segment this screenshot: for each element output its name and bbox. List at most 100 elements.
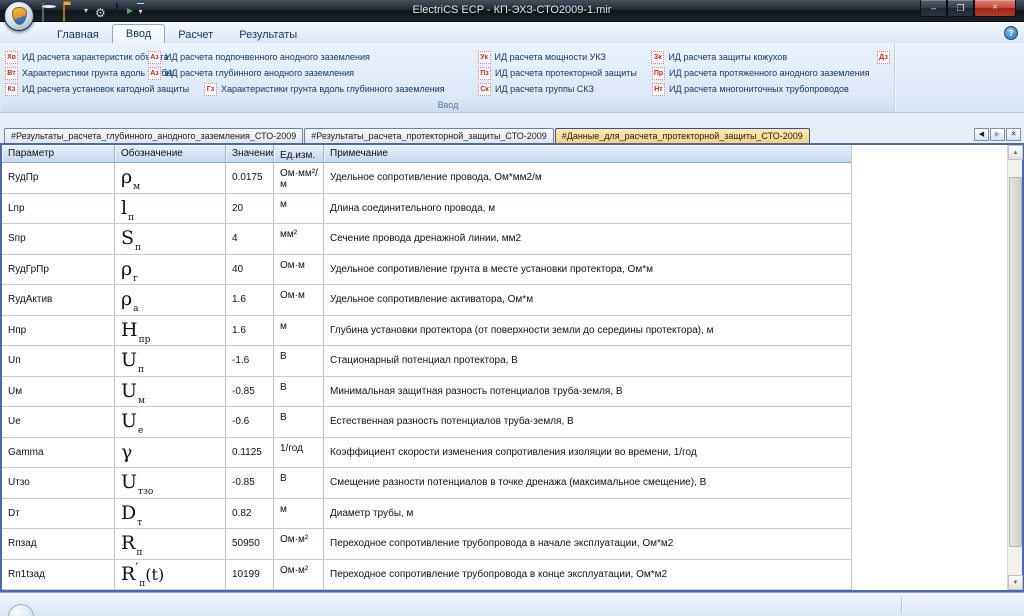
status-bar <box>0 592 1024 616</box>
symbol-cell: Sп <box>115 224 226 254</box>
ribbon-item[interactable]: ВтХарактеристики грунта вдоль трубы <box>5 67 148 80</box>
ribbon-item[interactable]: ЗкИД расчета защиты кожухов <box>651 51 877 64</box>
table-row[interactable]: Gammaγ0.11251/годКоэффициент скорости из… <box>2 438 851 469</box>
ribbon-row: ХоИД расчета характеристик объектаАзИД р… <box>5 49 894 65</box>
scrollbar-thumb[interactable] <box>1009 177 1022 547</box>
ribbon-item-label: ИД расчета подпочвенного анодного заземл… <box>165 52 370 62</box>
symbol-cell: γ <box>115 438 226 468</box>
ribbon-tab[interactable]: Ввод <box>112 24 165 44</box>
symbol-cell: Hпр <box>115 316 226 346</box>
value-cell[interactable]: 50950 <box>226 529 274 559</box>
value-cell[interactable]: -0.6 <box>226 407 274 437</box>
column-header[interactable]: Значение <box>226 145 274 162</box>
customize-qat-icon[interactable]: ▾ <box>137 3 144 19</box>
table-row[interactable]: RудАктивρа1.6Ом·мУдельное сопротивление … <box>2 285 851 316</box>
ribbon-item-label: ИД расчета установок катодной защиты <box>22 84 189 94</box>
tab-scroll-right-icon[interactable]: ▶ <box>990 128 1005 141</box>
ribbon-item[interactable]: Дз <box>877 51 894 64</box>
ribbon-item-label: ИД расчета протекторной защиты <box>495 68 637 78</box>
param-cell: Uп <box>2 346 115 376</box>
vertical-scrollbar[interactable]: ▲ ▼ <box>1007 145 1022 590</box>
value-cell[interactable]: 10199 <box>226 560 274 590</box>
minimize-button[interactable]: – <box>920 0 947 17</box>
table-row[interactable]: Rп1tзадR′п(t)10199Ом·м²Переходное сопрот… <box>2 560 851 591</box>
value-cell[interactable]: -1.6 <box>226 346 274 376</box>
value-cell[interactable]: 20 <box>226 194 274 224</box>
table-row[interactable]: RпзадRп50950Ом·м²Переходное сопротивлени… <box>2 529 851 560</box>
value-cell[interactable]: -0.85 <box>226 468 274 498</box>
unit-cell: Ом·м <box>274 255 324 285</box>
ribbon-tab[interactable]: Результаты <box>226 26 310 43</box>
settings-gear-icon[interactable]: ⚙ <box>95 4 109 18</box>
table-row[interactable]: SпрSп4мм²Сечение провода дренажной линии… <box>2 224 851 255</box>
table-row[interactable]: RудПрρм0.0175Ом·мм²/мУдельное сопротивле… <box>2 163 851 194</box>
value-cell[interactable]: 0.0175 <box>226 163 274 193</box>
unit-cell: Ом·мм²/м <box>274 163 324 193</box>
scroll-down-icon[interactable]: ▼ <box>1008 575 1023 590</box>
close-button[interactable]: × <box>974 0 1016 17</box>
ribbon-item[interactable]: ПзИД расчета протекторной защиты <box>478 67 652 80</box>
value-cell[interactable]: 40 <box>226 255 274 285</box>
application-orb-button[interactable] <box>4 1 34 31</box>
table-row[interactable]: Lпрlп20мДлина соединительного провода, м <box>2 194 851 225</box>
open-folder-icon[interactable] <box>63 4 77 18</box>
document-tab[interactable]: #Результаты_расчета_протекторной_защиты_… <box>304 128 554 143</box>
tab-navigation: ◀ ▶ ✕ <box>974 128 1021 141</box>
unit-cell: м <box>274 499 324 529</box>
table-row[interactable]: UeUе-0.6ВЕстественная разность потенциал… <box>2 407 851 438</box>
ribbon-tab[interactable]: Расчет <box>165 26 226 43</box>
ribbon-item[interactable]: АзИД расчета подпочвенного анодного зазе… <box>148 51 478 64</box>
help-icon[interactable]: ? <box>1004 26 1018 40</box>
column-header[interactable]: Параметр <box>2 145 115 162</box>
ribbon-item[interactable]: АзИД расчета глубинного анодного заземле… <box>148 67 478 80</box>
value-cell[interactable]: 1.6 <box>226 285 274 315</box>
table-row[interactable]: НпрHпр1.6мГлубина установки протектора (… <box>2 316 851 347</box>
symbol-cell: Uе <box>115 407 226 437</box>
status-bar-divider <box>901 596 902 613</box>
document-tab-strip: #Результаты_расчета_глубинного_анодного_… <box>0 127 1024 143</box>
table-row[interactable]: UпUп-1.6ВСтационарный потенциал протекто… <box>2 346 851 377</box>
column-header[interactable]: Примечание <box>324 145 851 162</box>
param-cell: Ue <box>2 407 115 437</box>
value-cell[interactable]: 4 <box>226 224 274 254</box>
ribbon-group-vvod: ХоИД расчета характеристик объектаАзИД р… <box>2 43 895 112</box>
ribbon-tab[interactable]: Главная <box>44 26 112 43</box>
column-header[interactable]: Ед.изм. <box>274 145 324 162</box>
value-cell[interactable]: 1.6 <box>226 316 274 346</box>
symbol-cell: lп <box>115 194 226 224</box>
open-dropdown-icon[interactable]: ▾ <box>84 4 88 18</box>
value-cell[interactable]: 0.82 <box>226 499 274 529</box>
table-row[interactable]: RудГрПрρг40Ом·мУдельное сопротивление гр… <box>2 255 851 286</box>
value-cell[interactable]: -0.85 <box>226 377 274 407</box>
maximize-button[interactable]: ❐ <box>947 0 974 17</box>
table-row[interactable]: UтзоUтзо-0.85ВСмещение разности потенциа… <box>2 468 851 499</box>
symbol-main: H <box>121 319 138 341</box>
table-row[interactable]: UмUм-0.85ВМинимальная защитная разность … <box>2 377 851 408</box>
ribbon-item[interactable]: УкИД расчета мощности УКЗ <box>478 51 652 64</box>
note-cell: Переходное сопротивление трубопровода в … <box>324 560 851 590</box>
unit-cell: В <box>274 377 324 407</box>
document-tab[interactable]: #Данные_для_расчета_протекторной_защиты_… <box>555 128 810 143</box>
ribbon-item-label: ИД расчета мощности УКЗ <box>495 52 606 62</box>
symbol-cell: Uм <box>115 377 226 407</box>
ribbon-item[interactable]: ХоИД расчета характеристик объекта <box>5 51 148 64</box>
ribbon-item[interactable]: НтИД расчета многониточных трубопроводов <box>652 83 878 96</box>
ribbon-item[interactable]: КзИД расчета установок катодной защиты <box>5 83 204 96</box>
column-header[interactable]: Обозначение <box>115 145 226 162</box>
symbol-main: R <box>121 563 135 585</box>
ribbon-item[interactable]: ПрИД расчета протяженного анодного зазем… <box>652 67 878 80</box>
table-row[interactable]: DтDт0.82мДиаметр трубы, м <box>2 499 851 530</box>
document-tab[interactable]: #Результаты_расчета_глубинного_анодного_… <box>4 128 303 143</box>
value-cell[interactable]: 0.1125 <box>226 438 274 468</box>
exit-door-icon[interactable] <box>116 4 130 18</box>
note-cell: Удельное сопротивление активатора, Ом*м <box>324 285 851 315</box>
tab-scroll-left-icon[interactable]: ◀ <box>974 128 989 141</box>
ribbon-item[interactable]: ГзХарактеристики грунта вдоль глубинного… <box>204 83 478 96</box>
ribbon-item-label: ИД расчета группы СКЗ <box>495 84 594 94</box>
ribbon-item[interactable]: СкИД расчета группы СКЗ <box>478 83 652 96</box>
param-cell: Uтзо <box>2 468 115 498</box>
database-icon[interactable] <box>42 4 56 18</box>
tab-close-icon[interactable]: ✕ <box>1006 128 1021 141</box>
scroll-up-icon[interactable]: ▲ <box>1008 145 1023 160</box>
unit-cell: м <box>274 316 324 346</box>
